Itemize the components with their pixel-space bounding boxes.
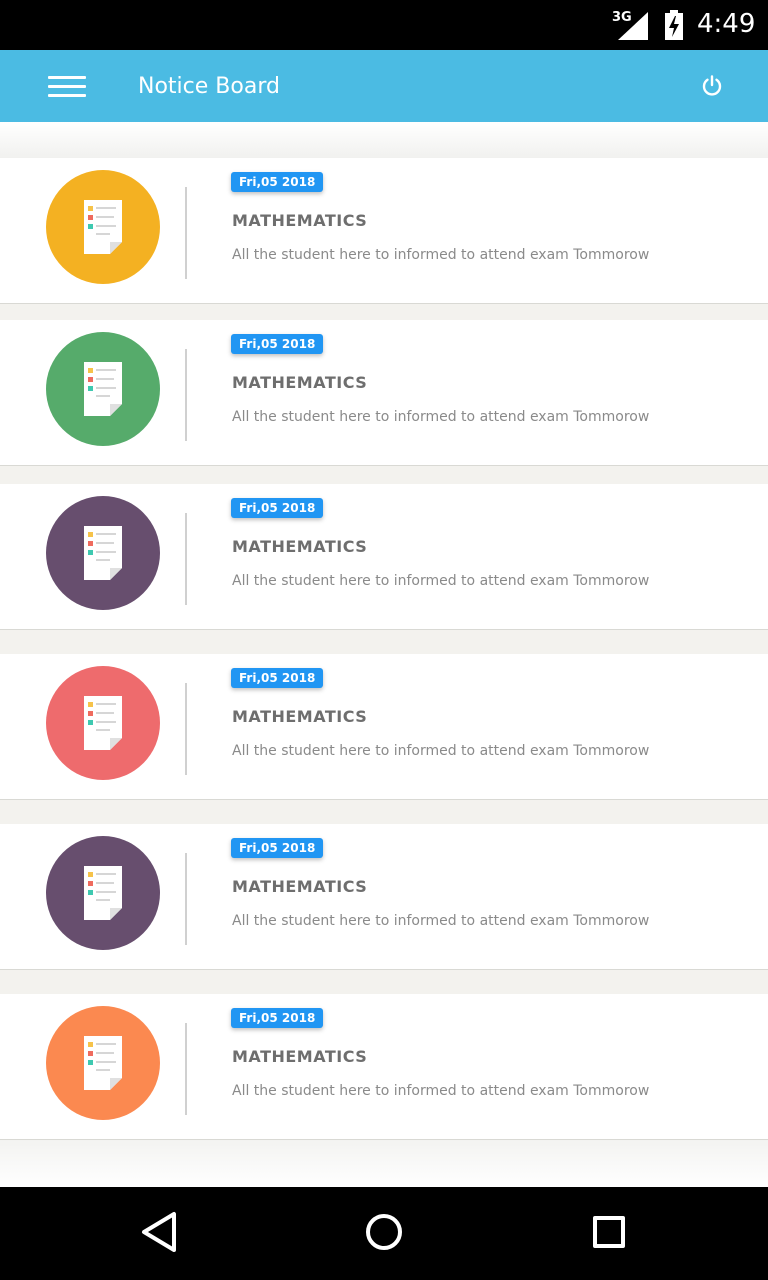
document-icon — [84, 362, 122, 420]
notice-subject: MATHEMATICS — [232, 211, 368, 230]
document-icon — [84, 1036, 122, 1094]
signal-icon — [618, 12, 648, 40]
notice-card[interactable]: Fri,05 2018 MATHEMATICS All the student he… — [0, 824, 768, 970]
back-icon[interactable] — [140, 1211, 180, 1253]
notice-card[interactable]: Fri,05 2018 MATHEMATICS All the student he… — [0, 484, 768, 630]
date-badge: Fri,05 2018 — [231, 334, 324, 354]
notice-card[interactable]: Fri,05 2018 MATHEMATICS All the student he… — [0, 654, 768, 800]
app-bar: Notice Board — [0, 50, 768, 122]
list-gap — [0, 800, 768, 824]
vertical-divider — [185, 513, 187, 605]
notice-card[interactable]: Fri,05 2018 MATHEMATICS All the student he… — [0, 320, 768, 466]
battery-charging-icon — [665, 10, 683, 40]
notice-subject: MATHEMATICS — [232, 877, 368, 896]
recent-apps-icon[interactable] — [592, 1215, 626, 1249]
vertical-divider — [185, 683, 187, 775]
notice-subject: MATHEMATICS — [232, 1047, 368, 1066]
vertical-divider — [185, 1023, 187, 1115]
notice-message: All the student here to informed to atte… — [232, 409, 650, 425]
notice-subject: MATHEMATICS — [232, 373, 368, 392]
menu-icon[interactable] — [48, 76, 86, 98]
notice-message: All the student here to informed to atte… — [232, 1083, 650, 1099]
notice-card[interactable]: Fri,05 2018 MATHEMATICS All the student he… — [0, 994, 768, 1140]
list-gap — [0, 970, 768, 994]
notice-avatar — [46, 332, 160, 446]
notice-subject: MATHEMATICS — [232, 537, 368, 556]
date-badge: Fri,05 2018 — [231, 838, 324, 858]
document-icon — [84, 200, 122, 258]
vertical-divider — [185, 349, 187, 441]
notice-avatar — [46, 836, 160, 950]
notice-message: All the student here to informed to atte… — [232, 743, 650, 759]
notice-avatar — [46, 170, 160, 284]
list-gap — [0, 466, 768, 484]
date-badge: Fri,05 2018 — [231, 668, 324, 688]
clock: 4:49 — [697, 9, 756, 39]
list-gap — [0, 630, 768, 654]
date-badge: Fri,05 2018 — [231, 172, 324, 192]
notice-avatar — [46, 666, 160, 780]
vertical-divider — [185, 187, 187, 279]
page-title: Notice Board — [138, 74, 280, 99]
navigation-bar — [0, 1187, 768, 1280]
document-icon — [84, 526, 122, 584]
list-bottom-shade — [0, 1140, 768, 1187]
power-icon[interactable] — [700, 74, 724, 98]
notice-avatar — [46, 496, 160, 610]
notice-message: All the student here to informed to atte… — [232, 247, 650, 263]
list-gap — [0, 304, 768, 320]
notice-card[interactable]: Fri,05 2018 MATHEMATICS All the student he… — [0, 158, 768, 304]
notice-message: All the student here to informed to atte… — [232, 913, 650, 929]
vertical-divider — [185, 853, 187, 945]
date-badge: Fri,05 2018 — [231, 498, 324, 518]
notice-message: All the student here to informed to atte… — [232, 573, 650, 589]
document-icon — [84, 866, 122, 924]
home-icon[interactable] — [365, 1213, 403, 1251]
status-bar: 3G 4:49 — [0, 0, 768, 50]
document-icon — [84, 696, 122, 754]
notice-avatar — [46, 1006, 160, 1120]
list-top-shade — [0, 122, 768, 158]
date-badge: Fri,05 2018 — [231, 1008, 324, 1028]
notice-subject: MATHEMATICS — [232, 707, 368, 726]
